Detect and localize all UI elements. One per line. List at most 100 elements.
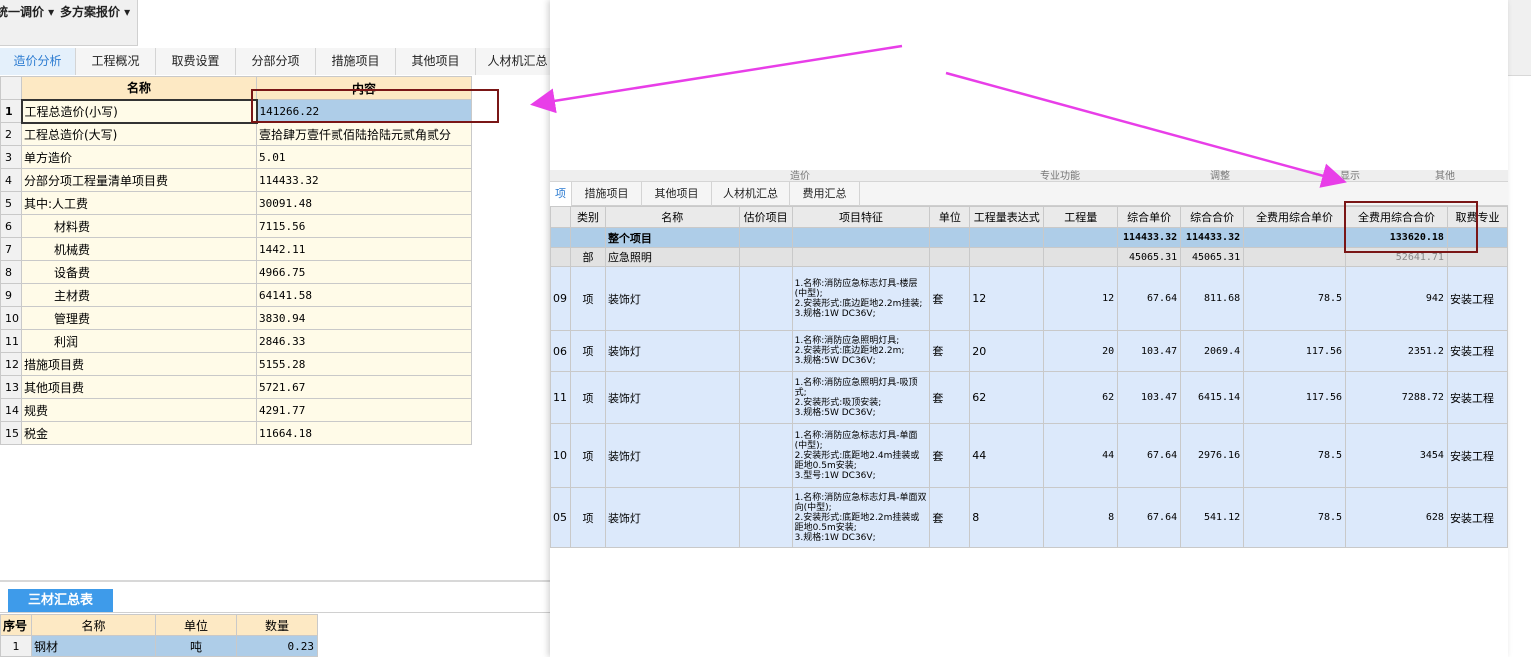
item-name[interactable]: 装饰灯 (604, 266, 740, 331)
grid-row[interactable]: 1 工程总造价(小写) 141266.22 (0, 98, 472, 124)
item-unit[interactable]: 套 (929, 266, 971, 331)
item-quantity-expr[interactable]: 8 (969, 487, 1045, 548)
item-name[interactable]: 装饰灯 (604, 371, 740, 424)
row-value[interactable]: 1442.11 (256, 237, 472, 261)
row-name[interactable]: 管理费 (21, 306, 257, 330)
unified-adjust-menu[interactable]: 统一调价 ▾ (0, 3, 54, 20)
item-full-total-price[interactable]: 942 (1345, 266, 1448, 331)
column-header-quantity-expr[interactable]: 工程量表达式 (969, 206, 1045, 228)
row-value[interactable]: 5.01 (256, 145, 472, 169)
whole-project-full-total[interactable]: 133620.18 (1345, 227, 1448, 248)
item-unit[interactable]: 套 (929, 371, 971, 424)
division-name[interactable]: 应急照明 (604, 247, 740, 267)
splitter[interactable] (0, 580, 550, 582)
whole-project-name[interactable]: 整个项目 (604, 227, 740, 248)
column-header-unit-price[interactable]: 综合单价 (1117, 206, 1182, 228)
row-value[interactable]: 2846.33 (256, 329, 472, 353)
item-unit[interactable]: 套 (929, 487, 971, 548)
item-quantity[interactable]: 12 (1043, 266, 1119, 331)
column-header-name[interactable]: 名称 (31, 614, 156, 636)
multi-plan-quote-menu[interactable]: 多方案报价 ▾ (60, 3, 130, 20)
item-unit-price[interactable]: 103.47 (1117, 371, 1182, 424)
grid-row[interactable]: 9 主材费 64141.58 (0, 283, 472, 307)
column-header-content[interactable]: 内容 (256, 76, 472, 100)
column-header-unit[interactable]: 单位 (929, 206, 971, 228)
row-name[interactable]: 措施项目费 (21, 352, 257, 376)
column-header-name[interactable]: 名称 (21, 76, 257, 100)
table-row-item[interactable]: 09 项 装饰灯 1.名称:消防应急标志灯具-楼层(中型); 2.安装形式:底边距… (550, 266, 1508, 331)
grid-row[interactable]: 2 工程总造价(大写) 壹拾肆万壹仟贰佰陆拾陆元贰角贰分 (0, 122, 472, 146)
item-fee-specialty[interactable]: 安装工程 (1446, 423, 1508, 488)
row-name[interactable]: 规费 (21, 398, 257, 422)
row-value[interactable]: 4966.75 (256, 260, 472, 284)
tab-three-materials-summary[interactable]: 三材汇总表 (8, 589, 113, 613)
tab-measures[interactable]: 措施项目 (316, 48, 396, 75)
grid-row[interactable]: 12 措施项目费 5155.28 (0, 352, 472, 376)
panel-tab-measures[interactable]: 措施项目 (572, 182, 642, 206)
item-full-total-price[interactable]: 2351.2 (1345, 330, 1448, 372)
row-value[interactable]: 壹拾肆万壹仟贰佰陆拾陆元贰角贰分 (256, 122, 472, 146)
grid-row[interactable]: 7 机械费 1442.11 (0, 237, 472, 261)
row-name[interactable]: 机械费 (21, 237, 257, 261)
material-name[interactable]: 钢材 (31, 635, 156, 657)
column-header-code[interactable] (550, 206, 571, 228)
panel-tab-labor-material[interactable]: 人材机汇总 (712, 182, 790, 206)
panel-tab-other-items[interactable]: 其他项目 (642, 182, 712, 206)
row-name[interactable]: 其他项目费 (21, 375, 257, 399)
column-header-type[interactable]: 类别 (569, 206, 606, 228)
row-value[interactable]: 30091.48 (256, 191, 472, 215)
item-name[interactable]: 装饰灯 (604, 330, 740, 372)
item-quantity-expr[interactable]: 20 (969, 330, 1045, 372)
item-full-total-price[interactable]: 3454 (1345, 423, 1448, 488)
item-quantity[interactable]: 44 (1043, 423, 1119, 488)
item-quantity[interactable]: 20 (1043, 330, 1119, 372)
tab-labor-material-summary[interactable]: 人材机汇总 (476, 48, 560, 75)
item-quantity-expr[interactable]: 44 (969, 423, 1045, 488)
table-row-item[interactable]: 06 项 装饰灯 1.名称:消防应急照明灯具; 2.安装形式:底边距地2.2m; 3… (550, 330, 1508, 372)
grid-row[interactable]: 5 其中:人工费 30091.48 (0, 191, 472, 215)
item-feature[interactable]: 1.名称:消防应急照明灯具-吸顶式; 2.安装形式:吸顶安装; 3.规格:5W DC… (791, 371, 931, 424)
column-header-feature[interactable]: 项目特征 (791, 206, 931, 228)
row-value[interactable]: 5721.67 (256, 375, 472, 399)
grid-row[interactable]: 4 分部分项工程量清单项目费 114433.32 (0, 168, 472, 192)
row-name[interactable]: 其中:人工费 (21, 191, 257, 215)
tab-project-overview[interactable]: 工程概况 (76, 48, 156, 75)
whole-project-total[interactable]: 114433.32 (1117, 227, 1182, 248)
item-unit-price[interactable]: 67.64 (1117, 487, 1182, 548)
item-full-unit-price[interactable]: 78.5 (1243, 487, 1347, 548)
grid-row[interactable]: 14 规费 4291.77 (0, 398, 472, 422)
tab-fee-settings[interactable]: 取费设置 (156, 48, 236, 75)
grid-row[interactable]: 15 税金 11664.18 (0, 421, 472, 445)
item-total-price[interactable]: 2976.16 (1180, 423, 1245, 488)
row-name[interactable]: 工程总造价(小写) (20, 98, 258, 124)
item-fee-specialty[interactable]: 安装工程 (1446, 330, 1508, 372)
grid-row[interactable]: 6 材料费 7115.56 (0, 214, 472, 238)
column-header-quantity[interactable]: 工程量 (1043, 206, 1119, 228)
row-name[interactable]: 设备费 (21, 260, 257, 284)
column-header-fee-specialty[interactable]: 取费专业 (1446, 206, 1508, 228)
row-name[interactable]: 分部分项工程量清单项目费 (21, 168, 257, 192)
grid-row[interactable]: 10 管理费 3830.94 (0, 306, 472, 330)
table-row-item[interactable]: 11 项 装饰灯 1.名称:消防应急照明灯具-吸顶式; 2.安装形式:吸顶安装; 3… (550, 371, 1508, 424)
row-name[interactable]: 税金 (21, 421, 257, 445)
table-row-item[interactable]: 05 项 装饰灯 1.名称:消防应急标志灯具-单面双向(中型); 2.安装形式:底… (550, 487, 1508, 548)
tab-other-items[interactable]: 其他项目 (396, 48, 476, 75)
row-value[interactable]: 7115.56 (256, 214, 472, 238)
row-value[interactable]: 114433.32 (256, 168, 472, 192)
item-feature[interactable]: 1.名称:消防应急标志灯具-楼层(中型); 2.安装形式:底边距地2.2m挂装; 3… (791, 266, 931, 331)
grid-row[interactable]: 13 其他项目费 5721.67 (0, 375, 472, 399)
row-value[interactable]: 141266.22 (256, 99, 472, 123)
division-total[interactable]: 45065.31 (1180, 247, 1245, 267)
column-header-full-total-price[interactable]: 全费用综合合价 (1345, 206, 1448, 228)
tab-cost-analysis[interactable]: 造价分析 (0, 48, 76, 75)
division-full-total[interactable]: 52641.71 (1345, 247, 1448, 267)
whole-project-total-2[interactable]: 114433.32 (1180, 227, 1245, 248)
item-feature[interactable]: 1.名称:消防应急照明灯具; 2.安装形式:底边距地2.2m; 3.规格:5W DC… (791, 330, 931, 372)
item-unit-price[interactable]: 67.64 (1117, 423, 1182, 488)
item-feature[interactable]: 1.名称:消防应急标志灯具-单面(中型); 2.安装形式:底距地2.4m挂装或距地… (791, 423, 931, 488)
item-quantity[interactable]: 8 (1043, 487, 1119, 548)
row-name[interactable]: 工程总造价(大写) (21, 122, 257, 146)
item-unit-price[interactable]: 67.64 (1117, 266, 1182, 331)
item-fee-specialty[interactable]: 安装工程 (1446, 487, 1508, 548)
row-name[interactable]: 主材费 (21, 283, 257, 307)
